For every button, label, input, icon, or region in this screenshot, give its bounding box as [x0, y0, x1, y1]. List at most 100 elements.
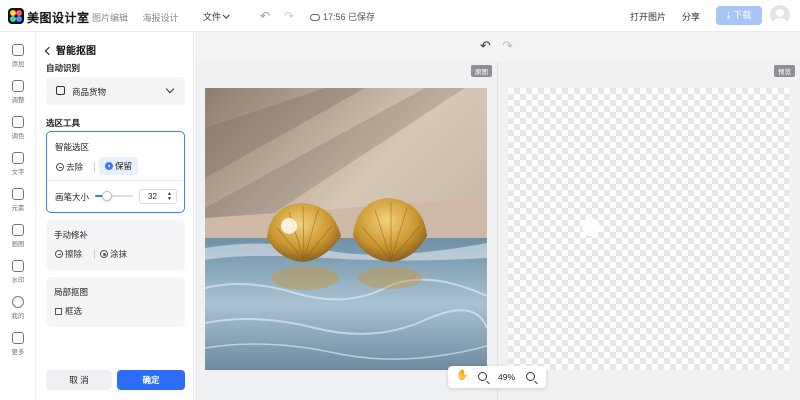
confirm-button[interactable]: 确定: [117, 370, 185, 390]
nav-image-edit[interactable]: 图片编辑: [92, 13, 128, 23]
auto-detect-heading: 自动识别: [46, 63, 81, 73]
rail-label: 元素: [11, 205, 25, 212]
slider-knob[interactable]: [102, 191, 113, 201]
box-select-option[interactable]: 框选: [55, 305, 82, 317]
tool-rail: 添加 调整 调色 文字 元素 画图 水印 我的 更多: [0, 32, 36, 400]
zoom-out-icon[interactable]: [478, 372, 487, 384]
local-cutout-title: 局部抠图: [54, 287, 89, 297]
divider: [47, 180, 183, 181]
undo-icon[interactable]: ↶: [480, 38, 491, 54]
zoom-level: 49%: [498, 372, 516, 382]
divider: [94, 249, 95, 259]
rail-item-more[interactable]: 更多: [0, 332, 36, 356]
rail-item-color[interactable]: 调色: [0, 116, 36, 140]
rail-item-add[interactable]: 添加: [0, 44, 36, 68]
chevron-down-icon: [165, 84, 175, 94]
brush-cursor: [281, 218, 297, 234]
shapes-icon: [12, 188, 24, 200]
erase-option[interactable]: 擦除: [55, 248, 82, 260]
back-button[interactable]: 智能抠图: [44, 42, 96, 57]
back-arrow-icon: [44, 46, 54, 56]
smart-select-title: 智能选区: [55, 142, 90, 152]
rail-label: 调整: [11, 97, 25, 104]
minus-circle-icon: [56, 163, 64, 171]
top-bar: 美图设计室 图片编辑 海报设计 文件 ↶ ↷ 17:56 已保存 打开图片 分享…: [0, 0, 800, 32]
preview-pane: 预览: [498, 62, 800, 400]
share-button[interactable]: 分享: [682, 10, 700, 23]
keep-option[interactable]: 保留: [99, 157, 139, 175]
square-icon: [55, 308, 62, 315]
nav-poster-design[interactable]: 海报设计: [143, 13, 179, 23]
transparent-preview: [508, 88, 791, 370]
remove-option[interactable]: 去除: [56, 161, 83, 173]
local-cutout-card[interactable]: 局部抠图 框选: [46, 277, 185, 327]
rail-label: 更多: [11, 349, 25, 356]
user-icon: [12, 296, 24, 308]
paint-label: 涂抹: [110, 249, 128, 259]
brush-size-input[interactable]: 32 ▲ ▼: [139, 189, 177, 204]
magic-wand-icon: [12, 116, 24, 128]
divider: [94, 162, 95, 172]
pencil-icon: [12, 224, 24, 236]
rail-label: 调色: [11, 133, 25, 140]
panel-title: 智能抠图: [56, 46, 96, 57]
rail-item-watermark[interactable]: 水印: [0, 260, 36, 284]
undo-icon[interactable]: ↶: [260, 9, 270, 23]
cancel-button[interactable]: 取 消: [46, 370, 112, 390]
download-icon: ⤓: [726, 10, 731, 20]
stamp-icon: [12, 260, 24, 272]
rail-label: 文字: [11, 169, 25, 176]
file-menu[interactable]: 文件: [203, 10, 230, 23]
brush-size-label: 画笔大小: [55, 192, 90, 202]
keep-label: 保留: [115, 161, 133, 171]
smart-select-card[interactable]: 智能选区 去除 保留 画笔大小 32 ▲ ▼: [46, 131, 185, 213]
rail-item-elements[interactable]: 元素: [0, 188, 36, 212]
manual-repair-card[interactable]: 手动修补 擦除 涂抹: [46, 220, 185, 270]
rail-item-draw[interactable]: 画图: [0, 224, 36, 248]
open-image-button[interactable]: 打开图片: [630, 10, 666, 23]
text-icon: [12, 152, 24, 164]
app-logo-icon[interactable]: [8, 8, 24, 24]
auto-detect-value: 商品货物: [72, 87, 107, 97]
download-button[interactable]: ⤓ 下载: [716, 6, 762, 25]
brush-size-slider[interactable]: [95, 191, 133, 201]
rail-label: 我的: [11, 313, 25, 320]
brush-size-value: 32: [148, 192, 157, 201]
chevron-down-icon: [222, 11, 230, 19]
zoom-in-icon[interactable]: [526, 372, 535, 384]
brand-name[interactable]: 美图设计室: [27, 9, 90, 26]
plus-circle-icon: [100, 250, 108, 258]
auto-detect-select[interactable]: 商品货物: [46, 77, 185, 105]
rail-label: 添加: [11, 61, 25, 68]
redo-icon[interactable]: ↷: [284, 9, 294, 23]
original-pane: 原图: [195, 62, 497, 400]
rail-item-text[interactable]: 文字: [0, 152, 36, 176]
rail-item-adjust[interactable]: 调整: [0, 80, 36, 104]
redo-icon[interactable]: ↷: [502, 38, 513, 54]
brush-cursor-preview: [582, 218, 600, 236]
canvas-area: ↶ ↷ 原图 预览 ✋ 49%: [195, 32, 800, 400]
original-tag: 原图: [471, 65, 492, 77]
erase-label: 擦除: [65, 249, 83, 259]
top-nav: 图片编辑 海报设计: [92, 11, 191, 24]
save-status-text: 17:56 已保存: [323, 12, 376, 22]
manual-repair-title: 手动修补: [54, 230, 89, 240]
original-photo[interactable]: [205, 88, 487, 370]
stepper-icon[interactable]: ▲ ▼: [167, 192, 172, 202]
bag-icon: [56, 86, 65, 95]
paint-option[interactable]: 涂抹: [100, 248, 127, 260]
save-status: 17:56 已保存: [310, 10, 375, 23]
remove-label: 去除: [66, 162, 84, 172]
rail-item-mine[interactable]: 我的: [0, 296, 36, 320]
rail-label: 画图: [11, 241, 25, 248]
avatar[interactable]: [770, 5, 790, 25]
sliders-icon: [12, 80, 24, 92]
cloud-icon: [310, 14, 320, 21]
radio-selected-icon: [105, 162, 113, 170]
minus-circle-icon: [55, 250, 63, 258]
cube-icon: [12, 332, 24, 344]
hand-icon[interactable]: ✋: [456, 370, 468, 381]
plus-icon: [12, 44, 24, 56]
shell-photo-image: [205, 88, 487, 370]
download-label: 下载: [733, 10, 752, 20]
